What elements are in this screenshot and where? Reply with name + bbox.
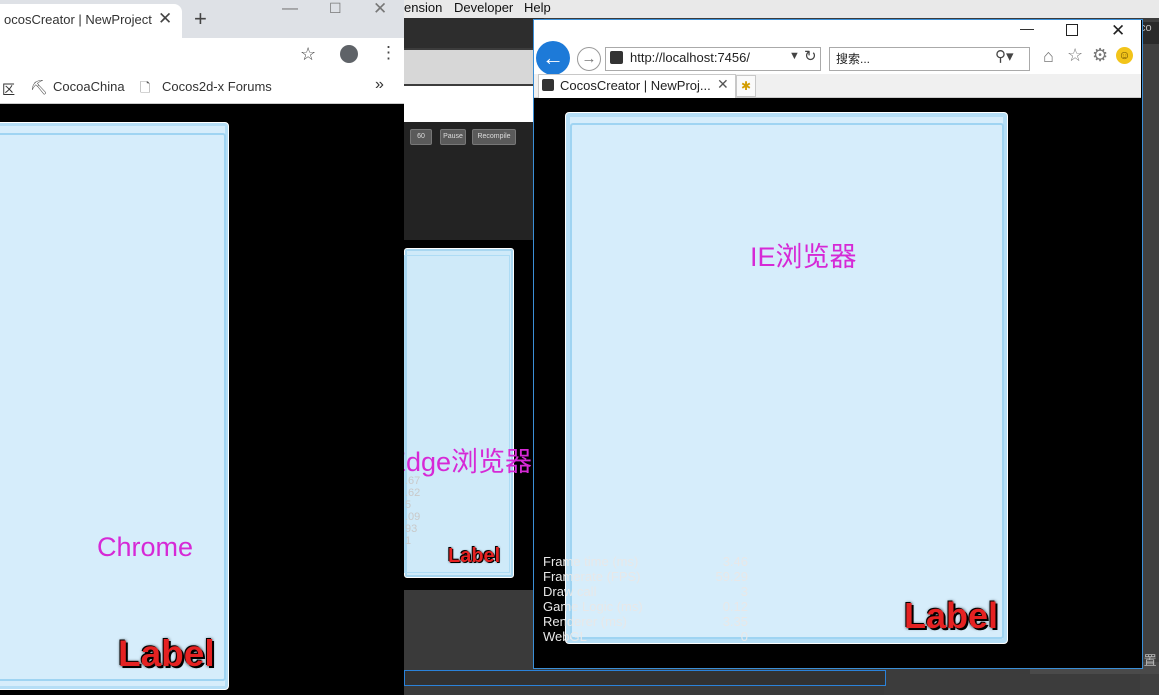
search-icon[interactable]: ⚲▾ bbox=[995, 47, 1014, 65]
new-tab-icon[interactable]: + bbox=[194, 6, 207, 32]
bookmark-cocoachina[interactable]: CocoaChina bbox=[53, 79, 125, 94]
edge-game-label: Label bbox=[448, 545, 501, 567]
background-menubar: ension Developer Help bbox=[404, 0, 1159, 18]
bookmarks-overflow-icon[interactable]: » bbox=[375, 76, 384, 94]
close-window-icon[interactable]: ✕ bbox=[373, 0, 387, 19]
menu-extension[interactable]: ension bbox=[404, 0, 442, 15]
stat-value: 3.46 bbox=[722, 554, 748, 569]
stat-name: Game Logic (ms) bbox=[543, 599, 643, 614]
recompile-button[interactable]: Recompile bbox=[472, 129, 516, 145]
pause-button[interactable]: Pause bbox=[440, 129, 466, 145]
stat-name: Frame time (ms) bbox=[543, 554, 639, 569]
chrome-tab-title: ocosCreator | NewProject bbox=[4, 12, 152, 27]
refresh-icon[interactable]: ↻ bbox=[804, 47, 817, 65]
edge-stat-value: 93 bbox=[405, 523, 418, 535]
background-bottom-bar bbox=[404, 670, 886, 686]
profile-avatar-icon[interactable] bbox=[340, 45, 358, 63]
kebab-menu-icon[interactable]: ⋮ bbox=[380, 43, 397, 63]
stat-row: Framerate (FPS) 59.29 bbox=[543, 569, 748, 584]
stat-row: Renderer (ms) 3.35 bbox=[543, 614, 748, 629]
stat-value: 0.12 bbox=[722, 599, 748, 614]
edge-stat-value: .62 bbox=[405, 487, 421, 499]
ie-titlebar bbox=[534, 20, 1141, 42]
search-placeholder: 搜索... bbox=[836, 52, 871, 66]
ie-stats-overlay: Frame time (ms) 3.46 Framerate (FPS) 59.29… bbox=[543, 554, 748, 644]
ie-game-label: Label bbox=[904, 595, 999, 636]
forward-arrow-icon[interactable]: → bbox=[577, 47, 601, 71]
chrome-game-label: Label bbox=[118, 633, 215, 674]
feedback-smiley-icon[interactable]: ☺ bbox=[1116, 47, 1133, 64]
minimize-icon[interactable]: — bbox=[282, 0, 298, 18]
close-tab-icon[interactable]: ✕ bbox=[717, 76, 729, 93]
bookmark-star-icon[interactable]: ☆ bbox=[300, 44, 316, 65]
stat-row: Frame time (ms) 3.46 bbox=[543, 554, 748, 569]
stat-row: WebGL 0 bbox=[543, 629, 748, 644]
home-icon[interactable]: ⌂ bbox=[1043, 46, 1054, 67]
chrome-caption: Chrome bbox=[97, 532, 194, 562]
gear-icon[interactable]: ⚙ bbox=[1092, 45, 1108, 66]
bookmark-cocos2dx-forums[interactable]: Cocos2d-x Forums bbox=[162, 79, 272, 94]
ie-tab-title: CocosCreator | NewProj... bbox=[560, 78, 711, 93]
site-favicon-icon bbox=[542, 79, 554, 91]
dropdown-arrow-icon[interactable]: ▼ bbox=[789, 50, 800, 62]
fps-input[interactable]: 60 bbox=[410, 129, 432, 145]
site-favicon-icon bbox=[610, 51, 623, 64]
stat-value: 3 bbox=[740, 584, 748, 599]
background-address-area bbox=[404, 50, 544, 84]
stat-name: WebGL bbox=[543, 629, 587, 644]
new-tab-icon[interactable]: ✱ bbox=[736, 75, 756, 97]
menu-developer[interactable]: Developer bbox=[454, 0, 513, 15]
stat-name: Framerate (FPS) bbox=[543, 569, 641, 584]
chrome-panel-inner bbox=[0, 133, 226, 681]
bookmark-item[interactable]: 区 bbox=[2, 79, 15, 98]
close-tab-icon[interactable]: ✕ bbox=[158, 9, 172, 29]
edge-stat-value: 1 bbox=[405, 535, 412, 547]
edge-stat-value: 5 bbox=[405, 499, 412, 511]
maximize-icon[interactable] bbox=[1066, 24, 1078, 36]
edge-stats: .67 .62 5 .09 93 1 bbox=[405, 475, 431, 547]
background-toolbar bbox=[404, 18, 544, 48]
edge-stat-value: .09 bbox=[405, 511, 421, 523]
background-white-strip bbox=[404, 86, 544, 122]
ie-caption: IE浏览器 bbox=[750, 242, 857, 272]
maximize-icon[interactable]: ☐ bbox=[329, 0, 342, 17]
minimize-icon[interactable]: — bbox=[1020, 20, 1034, 36]
address-url[interactable]: http://localhost:7456/ bbox=[630, 50, 750, 65]
back-arrow-icon[interactable]: ← bbox=[536, 41, 570, 75]
page-icon: 🗋 bbox=[140, 80, 151, 95]
stat-value: 59.29 bbox=[715, 569, 748, 584]
stat-value: 3.35 bbox=[722, 614, 748, 629]
close-window-icon[interactable]: ✕ bbox=[1111, 21, 1125, 41]
favorites-star-icon[interactable]: ☆ bbox=[1067, 45, 1083, 66]
stat-row: Draw call 3 bbox=[543, 584, 748, 599]
pickaxe-icon: ⛏ bbox=[30, 79, 48, 95]
stat-name: Draw call bbox=[543, 584, 597, 599]
stat-row: Game Logic (ms) 0.12 bbox=[543, 599, 748, 614]
edge-caption: Edge浏览器 bbox=[388, 447, 533, 477]
menu-help[interactable]: Help bbox=[524, 0, 551, 15]
stat-name: Renderer (ms) bbox=[543, 614, 627, 629]
stat-value: 0 bbox=[740, 629, 748, 644]
